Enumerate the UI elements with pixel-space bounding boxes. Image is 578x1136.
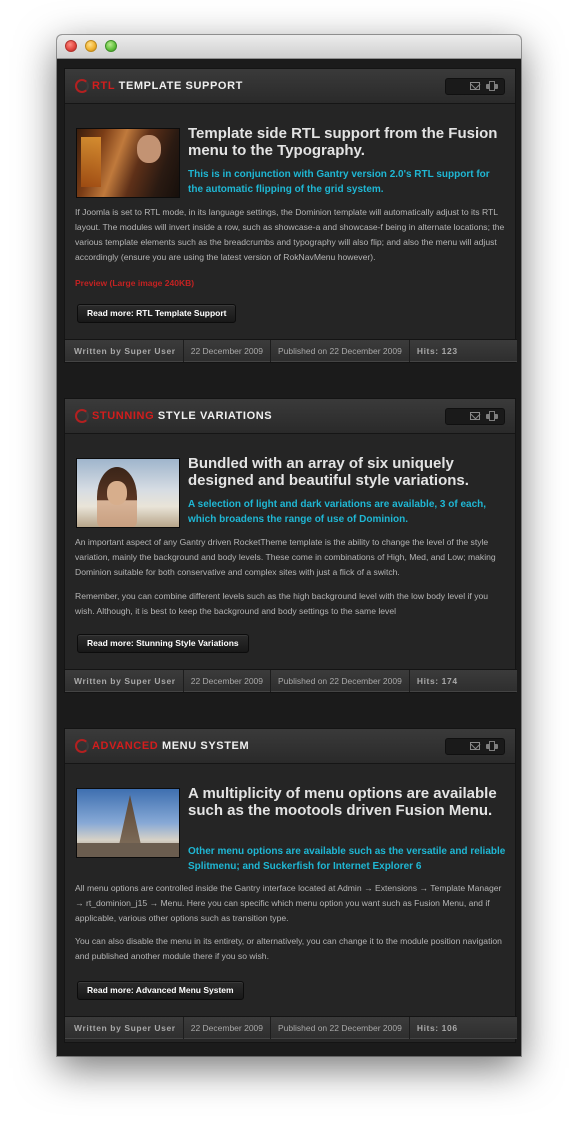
published-date: Published on 22 December 2009 — [271, 1017, 410, 1039]
article-paragraph: All menu options are controlled inside t… — [75, 883, 502, 923]
author-info: Written by Super User — [65, 1017, 184, 1039]
loading-spinner-icon — [75, 79, 89, 93]
article-header: ADVANCED MENU SYSTEM — [65, 729, 515, 764]
article-subhead: Other menu options are available such as… — [188, 846, 506, 872]
article-stunning-style-variations: STUNNING STYLE VARIATIONS Bundled with a… — [64, 398, 517, 693]
page-content: RTL TEMPLATE SUPPORT Template side RTL s… — [57, 59, 521, 1056]
article-headline: A multiplicity of menu options are avail… — [188, 785, 497, 819]
article-thumbnail[interactable] — [76, 458, 180, 528]
article-subhead: A selection of light and dark variations… — [188, 499, 487, 525]
article-paragraph: You can also disable the menu in its ent… — [75, 936, 502, 961]
article-tools — [445, 408, 505, 425]
print-icon[interactable] — [486, 741, 498, 751]
created-date: 22 December 2009 — [184, 1017, 272, 1039]
browser-window: RTL TEMPLATE SUPPORT Template side RTL s… — [57, 35, 521, 1056]
article-subhead: This is in conjunction with Gantry versi… — [188, 169, 490, 195]
zoom-button[interactable] — [105, 40, 117, 52]
preview-link[interactable]: Preview (Large image 240KB) — [75, 278, 194, 288]
read-more-button[interactable]: Read more: Advanced Menu System — [77, 981, 244, 1000]
article-title[interactable]: ADVANCED MENU SYSTEM — [92, 740, 249, 752]
author-info: Written by Super User — [65, 340, 184, 362]
read-more-button[interactable]: Read more: RTL Template Support — [77, 304, 237, 323]
article-footer: Written by Super User 22 December 2009 Pub… — [65, 669, 517, 692]
article-headline: Bundled with an array of six uniquely de… — [188, 455, 469, 489]
print-icon[interactable] — [486, 411, 498, 421]
article-advanced-menu-system: ADVANCED MENU SYSTEM A multiplicity of m… — [64, 728, 517, 1043]
created-date: 22 December 2009 — [184, 670, 272, 692]
hits-count: Hits: 123 — [416, 346, 458, 356]
article-title[interactable]: RTL TEMPLATE SUPPORT — [92, 80, 243, 92]
article-thumbnail[interactable] — [76, 128, 180, 198]
article-header: RTL TEMPLATE SUPPORT — [65, 69, 515, 104]
minimize-button[interactable] — [85, 40, 97, 52]
article-footer: Written by Super User 22 December 2009 Pub… — [65, 1016, 517, 1039]
article-rtl-template-support: RTL TEMPLATE SUPPORT Template side RTL s… — [64, 68, 517, 363]
loading-spinner-icon — [75, 739, 89, 753]
loading-spinner-icon — [75, 409, 89, 423]
article-tools — [445, 738, 505, 755]
article-headline: Template side RTL support from the Fusio… — [188, 125, 498, 159]
article-footer: Written by Super User 22 December 2009 Pub… — [65, 339, 517, 362]
article-header: STUNNING STYLE VARIATIONS — [65, 399, 515, 434]
close-button[interactable] — [65, 40, 77, 52]
email-icon[interactable] — [470, 742, 480, 750]
article-thumbnail[interactable] — [76, 788, 180, 858]
created-date: 22 December 2009 — [184, 340, 272, 362]
print-icon[interactable] — [486, 81, 498, 91]
article-paragraph: If Joomla is set to RTL mode, in its lan… — [75, 207, 505, 262]
article-title[interactable]: STUNNING STYLE VARIATIONS — [92, 410, 272, 422]
author-info: Written by Super User — [65, 670, 184, 692]
hits-count: Hits: 106 — [416, 1023, 458, 1033]
article-tools — [445, 78, 505, 95]
hits-count: Hits: 174 — [416, 676, 458, 686]
article-paragraph: An important aspect of any Gantry driven… — [75, 537, 496, 577]
published-date: Published on 22 December 2009 — [271, 670, 410, 692]
read-more-button[interactable]: Read more: Stunning Style Variations — [77, 634, 249, 653]
email-icon[interactable] — [470, 412, 480, 420]
article-paragraph: Remember, you can combine different leve… — [75, 591, 489, 616]
window-titlebar — [57, 35, 521, 59]
published-date: Published on 22 December 2009 — [271, 340, 410, 362]
email-icon[interactable] — [470, 82, 480, 90]
